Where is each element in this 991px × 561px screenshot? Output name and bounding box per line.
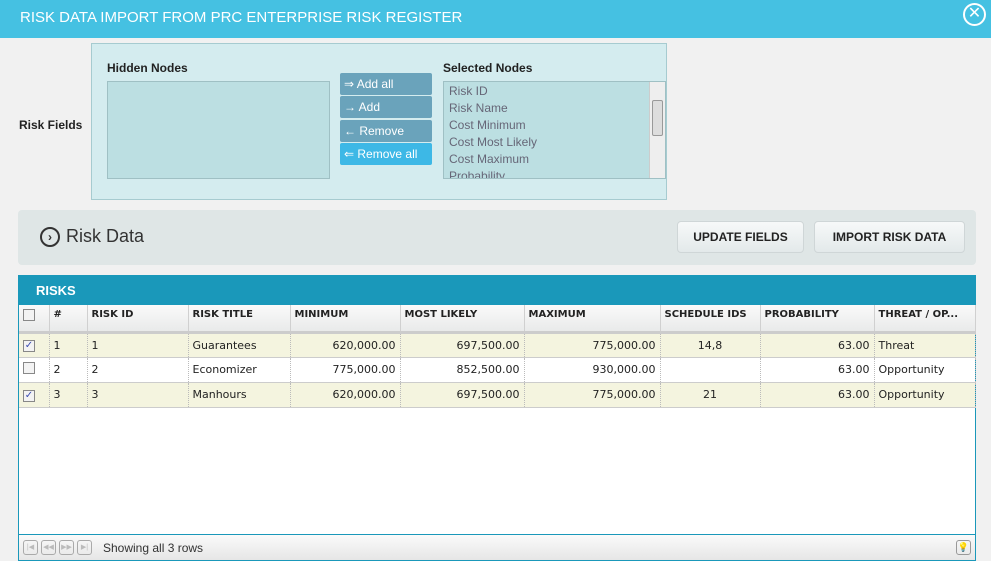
cell-prob: 63.00 (760, 382, 875, 408)
risk-fields-panel: Hidden Nodes ⇒ Add all → Add ← Remove ⇐ … (91, 43, 667, 200)
next-page-icon[interactable]: ▶▶ (59, 540, 74, 555)
cell-title: Manhours (188, 382, 291, 408)
list-item[interactable]: Cost Most Likely (444, 135, 665, 152)
table-row[interactable]: ✓ 3 3 Manhours 620,000.00 697,500.00 775,000.0… (19, 382, 976, 408)
cell-title: Guarantees (188, 332, 291, 358)
cell-type: Opportunity (874, 382, 976, 408)
list-item[interactable]: Risk ID (444, 84, 665, 101)
cell-sched: 14,8 (660, 332, 761, 358)
risk-data-section: › Risk Data UPDATE FIELDS IMPORT RISK DAT… (18, 210, 976, 265)
cell-id: 2 (87, 357, 189, 383)
grid-footer: |◀ ◀◀ ▶▶ ▶| Showing all 3 rows 💡 (19, 534, 975, 560)
cell-min: 775,000.00 (290, 357, 401, 383)
remove-button[interactable]: ← Remove (340, 120, 432, 142)
dialog-titlebar: RISK DATA IMPORT FROM PRC ENTERPRISE RIS… (0, 0, 991, 38)
cell-ml: 697,500.00 (400, 332, 525, 358)
first-page-icon[interactable]: |◀ (23, 540, 38, 555)
selected-nodes-label: Selected Nodes (443, 61, 533, 75)
column-header[interactable]: SCHEDULE IDS (660, 305, 761, 334)
cell-min: 620,000.00 (290, 332, 401, 358)
column-header[interactable]: THREAT / OP... (874, 305, 976, 334)
column-header[interactable]: MOST LIKELY (400, 305, 525, 334)
cell-min: 620,000.00 (290, 382, 401, 408)
row-checkbox[interactable]: ✓ (23, 340, 35, 352)
scrollbar[interactable] (649, 82, 665, 178)
cell-max: 775,000.00 (524, 332, 661, 358)
add-all-button[interactable]: ⇒ Add all (340, 73, 432, 95)
risk-data-toggle[interactable]: › Risk Data (40, 226, 144, 247)
hidden-nodes-label: Hidden Nodes (107, 61, 188, 75)
column-header[interactable]: MAXIMUM (524, 305, 661, 334)
cell-ml: 852,500.00 (400, 357, 525, 383)
import-risk-data-button[interactable]: IMPORT RISK DATA (814, 221, 965, 253)
column-header[interactable]: PROBABILITY (760, 305, 875, 334)
dialog-title: RISK DATA IMPORT FROM PRC ENTERPRISE RIS… (20, 9, 463, 26)
risks-table: # RISK ID RISK TITLE MINIMUM MOST LIKELY… (19, 305, 976, 408)
lightbulb-icon[interactable]: 💡 (956, 540, 971, 555)
risks-grid: RISKS # RISK ID RISK TITLE MINIMUM MOST … (18, 275, 976, 561)
close-icon[interactable]: ✕ (963, 3, 986, 26)
grid-title: RISKS (19, 276, 975, 305)
row-select-cell: ✓ (19, 332, 50, 358)
last-page-icon[interactable]: ▶| (77, 540, 92, 555)
list-item[interactable]: Probability (444, 169, 665, 178)
cell-prob: 63.00 (760, 332, 875, 358)
prev-page-icon[interactable]: ◀◀ (41, 540, 56, 555)
column-header[interactable]: RISK ID (87, 305, 189, 334)
risk-fields-label: Risk Fields (19, 118, 83, 132)
cell-sched: 21 (660, 382, 761, 408)
cell-num: 1 (49, 332, 88, 358)
column-header[interactable]: # (49, 305, 88, 334)
add-button[interactable]: → Add (340, 96, 432, 118)
cell-type: Threat (874, 332, 976, 358)
section-title: Risk Data (66, 226, 145, 246)
cell-id: 3 (87, 382, 189, 408)
column-header[interactable]: MINIMUM (290, 305, 401, 334)
list-item[interactable]: Cost Minimum (444, 118, 665, 135)
hidden-nodes-list[interactable] (107, 81, 330, 179)
cell-sched (660, 357, 761, 383)
cell-id: 1 (87, 332, 189, 358)
row-checkbox[interactable]: ✓ (23, 389, 35, 402)
cell-type: Opportunity (874, 357, 976, 383)
select-all-header (19, 305, 50, 334)
cell-title: Economizer (188, 357, 291, 383)
row-checkbox[interactable] (23, 362, 35, 374)
cell-max: 775,000.00 (524, 382, 661, 408)
cell-num: 3 (49, 382, 88, 408)
column-header[interactable]: RISK TITLE (188, 305, 291, 334)
list-item[interactable]: Cost Maximum (444, 152, 665, 169)
status-text: Showing all 3 rows (103, 540, 204, 555)
row-select-cell: ✓ (19, 382, 50, 408)
row-select-cell (19, 357, 50, 383)
chevron-right-icon: › (40, 226, 60, 247)
select-all-checkbox[interactable] (23, 309, 35, 321)
list-item[interactable]: Risk Name (444, 101, 665, 118)
table-row[interactable]: 2 2 Economizer 775,000.00 852,500.00 930,000.… (19, 357, 976, 383)
cell-num: 2 (49, 357, 88, 383)
selected-nodes-list[interactable]: Risk ID Risk Name Cost Minimum Cost Most… (443, 81, 666, 179)
remove-all-button[interactable]: ⇐ Remove all (340, 143, 432, 165)
cell-prob: 63.00 (760, 357, 875, 383)
update-fields-button[interactable]: UPDATE FIELDS (677, 221, 804, 253)
table-row[interactable]: ✓ 1 1 Guarantees 620,000.00 697,500.00 775,000… (19, 332, 976, 358)
cell-ml: 697,500.00 (400, 382, 525, 408)
cell-max: 930,000.00 (524, 357, 661, 383)
